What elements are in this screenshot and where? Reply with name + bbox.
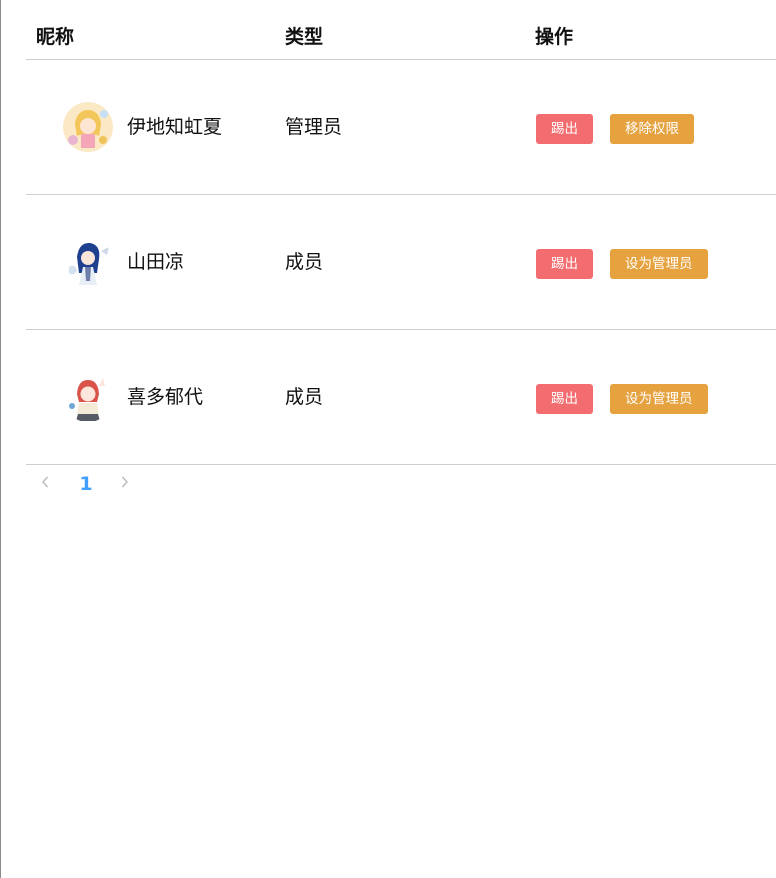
header-nickname: 昵称: [36, 26, 75, 48]
pagination: 1: [26, 470, 226, 498]
set-admin-button[interactable]: 设为管理员: [610, 384, 708, 414]
avatar: [63, 102, 113, 152]
member-type: 成员: [285, 386, 324, 408]
chevron-right-icon[interactable]: [117, 474, 133, 494]
kick-button[interactable]: 踢出: [536, 114, 593, 144]
page-number-current[interactable]: 1: [76, 472, 96, 496]
table-row: 山田凉 成员 踢出 设为管理员: [26, 195, 776, 330]
window-left-border: [0, 0, 1, 878]
member-nickname: 伊地知虹夏: [127, 116, 223, 138]
table-header: 昵称 类型 操作: [26, 0, 776, 60]
avatar: [63, 237, 113, 287]
header-type: 类型: [285, 26, 324, 48]
chevron-left-icon[interactable]: [37, 474, 53, 494]
avatar: [63, 372, 113, 422]
set-admin-button[interactable]: 设为管理员: [610, 249, 708, 279]
member-table: 昵称 类型 操作 伊地知虹夏 管理员 踢出 移除权限 山田凉 成员 踢出 设为管…: [26, 0, 776, 465]
member-type: 成员: [285, 251, 324, 273]
remove-permission-button[interactable]: 移除权限: [610, 114, 694, 144]
member-nickname: 喜多郁代: [127, 386, 204, 408]
kick-button[interactable]: 踢出: [536, 384, 593, 414]
table-row: 伊地知虹夏 管理员 踢出 移除权限: [26, 60, 776, 195]
header-actions: 操作: [535, 26, 574, 48]
kick-button[interactable]: 踢出: [536, 249, 593, 279]
anime-avatar-blonde-icon: [63, 102, 113, 152]
member-type: 管理员: [285, 116, 343, 138]
anime-avatar-blue-hair-icon: [63, 237, 113, 287]
table-row: 喜多郁代 成员 踢出 设为管理员: [26, 330, 776, 465]
member-nickname: 山田凉: [127, 251, 185, 273]
anime-avatar-red-hair-icon: [63, 372, 113, 422]
